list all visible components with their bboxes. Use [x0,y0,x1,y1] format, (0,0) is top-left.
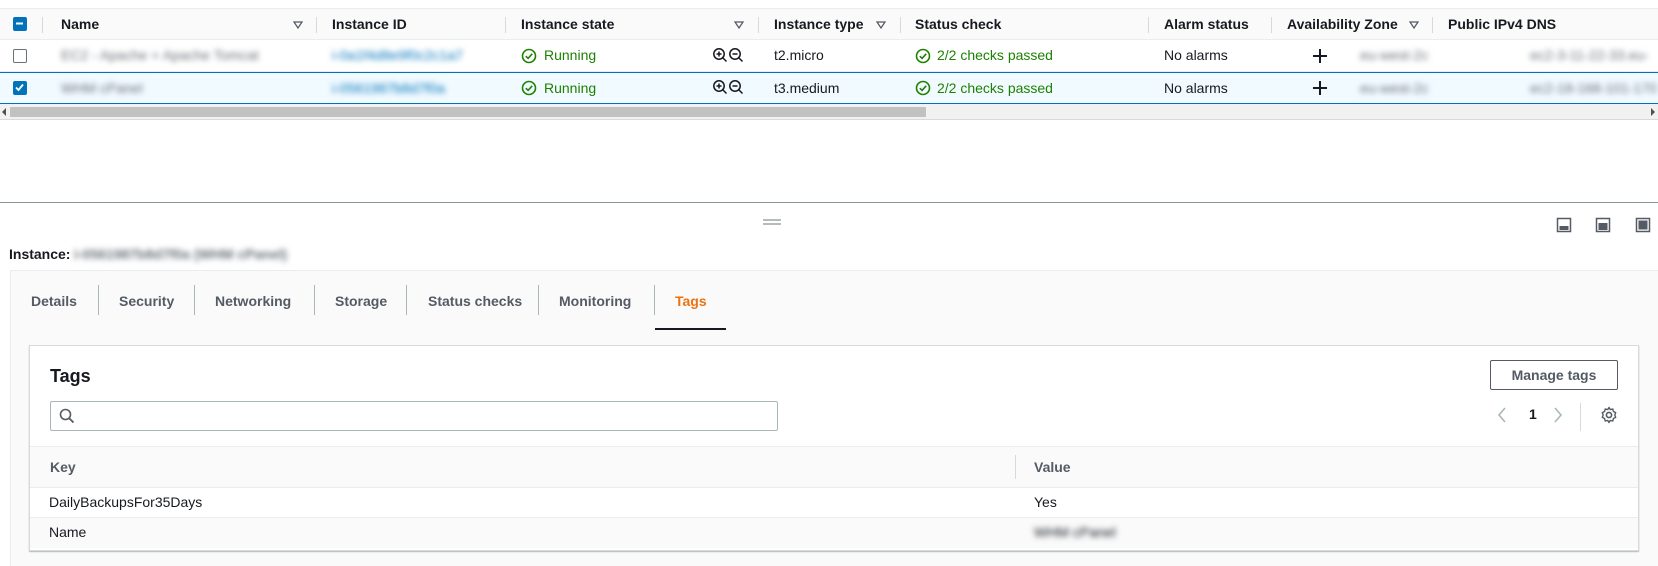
chevron-left-icon[interactable] [1496,407,1508,423]
column-header-public-dns[interactable]: Public IPv4 DNS [1448,9,1556,41]
instance-type: t2.micro [774,47,824,63]
row-checkbox[interactable] [13,49,27,63]
column-header-name[interactable]: Name [61,9,99,41]
public-dns: ec2-3-11-22-33.eu- [1530,47,1649,63]
active-tab-indicator [655,328,726,330]
tags-table-header: Key Value [30,446,1638,488]
plus-icon[interactable] [1312,80,1328,96]
zoom-out-icon[interactable] [728,79,744,95]
availability-zone: eu-west-2c [1360,80,1429,96]
tag-value: WHM cPanel [1034,524,1116,540]
check-circle-icon [521,48,537,64]
status-check[interactable]: 2/2 checks passed [937,73,1053,105]
status-check[interactable]: 2/2 checks passed [937,40,1053,72]
scroll-left-icon[interactable] [1,108,7,116]
column-header-alarm-status[interactable]: Alarm status [1164,9,1249,41]
sort-icon[interactable] [293,20,303,30]
horizontal-scrollbar[interactable] [0,104,1658,120]
tab-tags[interactable]: Tags [675,289,707,313]
tab-monitoring[interactable]: Monitoring [559,289,631,313]
tag-value: Yes [1034,494,1057,510]
instance-name: WHM cPanel [61,80,143,96]
plus-icon[interactable] [1312,48,1328,64]
tags-title: Tags [50,366,91,386]
tab-security[interactable]: Security [119,289,174,313]
instance-type: t3.medium [774,80,840,96]
instance-state: Running [544,47,597,63]
search-icon [59,408,75,424]
table-row[interactable]: EC2 - Apache + Apache Tomcat i-0a1f4d8e9… [0,40,1658,72]
instance-name: EC2 - Apache + Apache Tomcat [61,47,259,63]
column-header-value[interactable]: Value [1034,447,1071,487]
panel-layout-icon[interactable] [1556,217,1572,233]
check-circle-icon [521,80,537,96]
panel-splitter[interactable] [0,202,1658,203]
manage-tags-button[interactable]: Manage tags [1490,360,1618,390]
tag-key: Name [49,524,87,540]
table-row: DailyBackupsFor35Days Yes [30,488,1638,518]
tab-details[interactable]: Details [31,289,77,313]
public-dns: ec2-18-168-101-170 [1530,80,1657,96]
instances-table-header: Name Instance ID Instance state Instance… [0,8,1658,40]
instance-id-link[interactable]: i-0a1f4d8e9f0c2c1a7 [332,40,463,72]
check-circle-icon [915,80,931,96]
instance-state: Running [544,80,597,96]
zoom-in-icon[interactable] [712,47,728,63]
panel-layout-icon[interactable] [1635,217,1651,233]
alarm-status: No alarms [1164,80,1228,96]
tags-search-input[interactable] [50,401,778,431]
gear-icon[interactable] [1600,406,1618,424]
row-checkbox[interactable] [13,81,27,95]
availability-zone: eu-west-2c [1360,47,1429,63]
column-header-key[interactable]: Key [50,447,76,487]
chevron-right-icon[interactable] [1552,407,1564,423]
sort-icon[interactable] [1409,20,1419,30]
table-row: Name WHM cPanel [30,518,1638,548]
panel-layout-icon[interactable] [1595,217,1611,233]
table-row[interactable]: WHM cPanel i-0561987b8d7f0a Running t3.m… [0,72,1658,104]
column-header-instance-state[interactable]: Instance state [521,9,614,41]
scroll-right-icon[interactable] [1650,108,1656,116]
zoom-out-icon[interactable] [728,47,744,63]
column-header-availability-zone[interactable]: Availability Zone [1287,9,1398,41]
scrollbar-thumb[interactable] [10,107,926,117]
column-header-status-check[interactable]: Status check [915,9,1001,41]
drag-handle-icon[interactable] [763,218,781,226]
zoom-in-icon[interactable] [712,79,728,95]
tags-card: Tags Manage tags 1 Key Value DailyBackup… [29,345,1639,551]
tag-key: DailyBackupsFor35Days [49,494,203,510]
sort-icon[interactable] [734,20,744,30]
select-all-checkbox[interactable] [13,17,27,31]
instance-id-link[interactable]: i-0561987b8d7f0a [332,73,445,105]
tab-storage[interactable]: Storage [335,289,387,313]
sort-icon[interactable] [876,20,886,30]
instance-title-value: i-0561987b8d7f0a (WHM cPanel) [74,246,288,262]
check-circle-icon [915,48,931,64]
column-header-instance-type[interactable]: Instance type [774,9,863,41]
alarm-status: No alarms [1164,47,1228,63]
tab-status-checks[interactable]: Status checks [428,289,522,313]
instance-title-label: Instance: [9,246,71,262]
pagination-page[interactable]: 1 [1529,406,1537,422]
column-header-instance-id[interactable]: Instance ID [332,9,407,41]
tab-networking[interactable]: Networking [215,289,291,313]
